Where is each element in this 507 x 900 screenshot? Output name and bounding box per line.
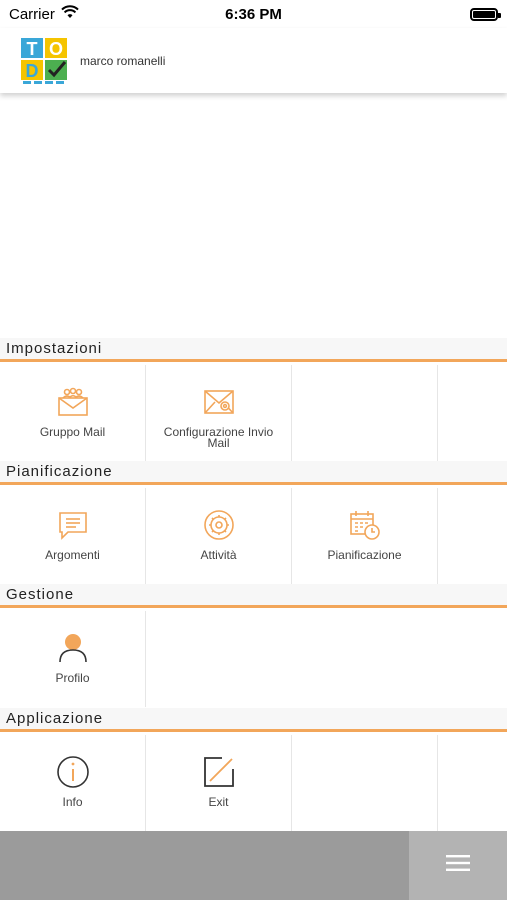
tile-pianificazione[interactable]: Pianificazione: [292, 488, 438, 584]
tile-label: Argomenti: [45, 548, 100, 562]
wifi-icon: [61, 5, 79, 23]
chat-icon: [56, 508, 90, 542]
username-label: marco romanelli: [80, 53, 166, 68]
tile-empty: [292, 365, 438, 461]
svg-text:D: D: [26, 61, 39, 81]
tile-label: Info: [62, 795, 83, 809]
tile-row-applicazione: Info Exit: [0, 735, 507, 831]
tile-empty: [292, 735, 438, 831]
mail-settings-icon: [202, 385, 236, 419]
tile-attivita[interactable]: Attività: [146, 488, 292, 584]
section-header-impostazioni: Impostazioni: [0, 338, 507, 362]
status-bar: Carrier 6:36 PM: [0, 0, 507, 28]
svg-text:O: O: [49, 39, 63, 59]
tile-label: Pianificazione: [327, 548, 402, 562]
section-header-gestione: Gestione: [0, 584, 507, 608]
tile-gruppo-mail[interactable]: Gruppo Mail: [0, 365, 146, 461]
bottom-bar: [0, 831, 507, 900]
section-header-pianificazione: Pianificazione: [0, 461, 507, 485]
svg-text:T: T: [27, 39, 38, 59]
tile-configurazione-invio-mail[interactable]: Configurazione Invio Mail: [146, 365, 292, 461]
tile-profilo[interactable]: Profilo: [0, 611, 146, 707]
carrier-label: Carrier: [9, 5, 55, 23]
tile-info[interactable]: Info: [0, 735, 146, 831]
tile-label: Configurazione Invio Mail: [163, 425, 274, 450]
exit-icon: [202, 755, 236, 789]
hamburger-menu-icon: [446, 854, 470, 877]
tile-label: Gruppo Mail: [39, 425, 106, 439]
calendar-clock-icon: [348, 508, 382, 542]
tile-row-impostazioni: Gruppo Mail Configurazione Invio Mail: [0, 365, 507, 461]
app-header: T O D marco romanelli: [0, 28, 507, 93]
profile-icon: [56, 631, 90, 665]
todo-list-logo-icon: T O D: [20, 36, 70, 86]
activity-gear-icon: [202, 508, 236, 542]
tile-label: Profilo: [55, 671, 90, 685]
tile-label: Exit: [208, 795, 229, 809]
section-header-applicazione: Applicazione: [0, 708, 507, 732]
battery-icon: [470, 7, 501, 21]
menu-button[interactable]: [409, 831, 507, 900]
status-left: Carrier: [9, 5, 79, 23]
tile-row-gestione: Profilo: [0, 611, 507, 707]
tile-exit[interactable]: Exit: [146, 735, 292, 831]
tile-row-pianificazione: Argomenti Attività Pianificazione: [0, 488, 507, 584]
info-icon: [56, 755, 90, 789]
content-spacer: [0, 93, 507, 340]
tile-argomenti[interactable]: Argomenti: [0, 488, 146, 584]
group-mail-icon: [56, 385, 90, 419]
tile-label: Attività: [200, 548, 237, 562]
